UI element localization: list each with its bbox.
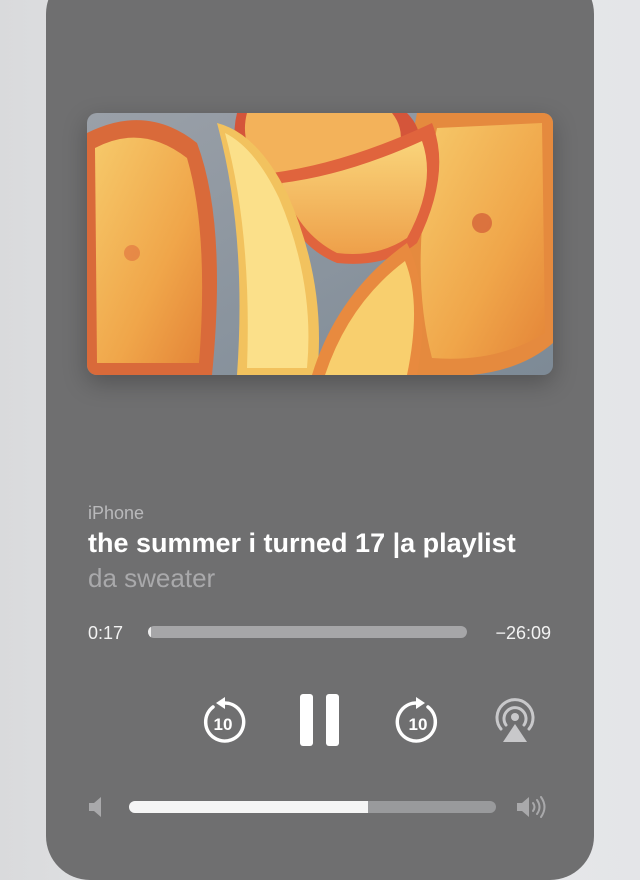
- volume-slider-fill: [129, 801, 368, 813]
- pause-icon[interactable]: [300, 694, 340, 746]
- skip-back-10-icon[interactable]: 10: [199, 697, 247, 747]
- volume-slider[interactable]: [129, 801, 496, 813]
- output-device-label: iPhone: [88, 503, 145, 523]
- playback-progress-bar[interactable]: [148, 626, 467, 638]
- skip-back-label: 10: [214, 715, 233, 734]
- track-artist: da sweater: [88, 563, 216, 593]
- album-artwork[interactable]: [87, 113, 553, 375]
- skip-forward-label: 10: [409, 715, 428, 734]
- skip-forward-10-icon[interactable]: 10: [394, 697, 442, 747]
- volume-low-icon: [89, 797, 107, 817]
- elapsed-time: 0:17: [88, 623, 124, 643]
- volume-high-icon: [517, 795, 551, 819]
- track-title: the summer i turned 17 |a playlist: [88, 528, 516, 558]
- remaining-time: −26:09: [495, 623, 551, 643]
- airplay-audio-icon[interactable]: [492, 698, 538, 744]
